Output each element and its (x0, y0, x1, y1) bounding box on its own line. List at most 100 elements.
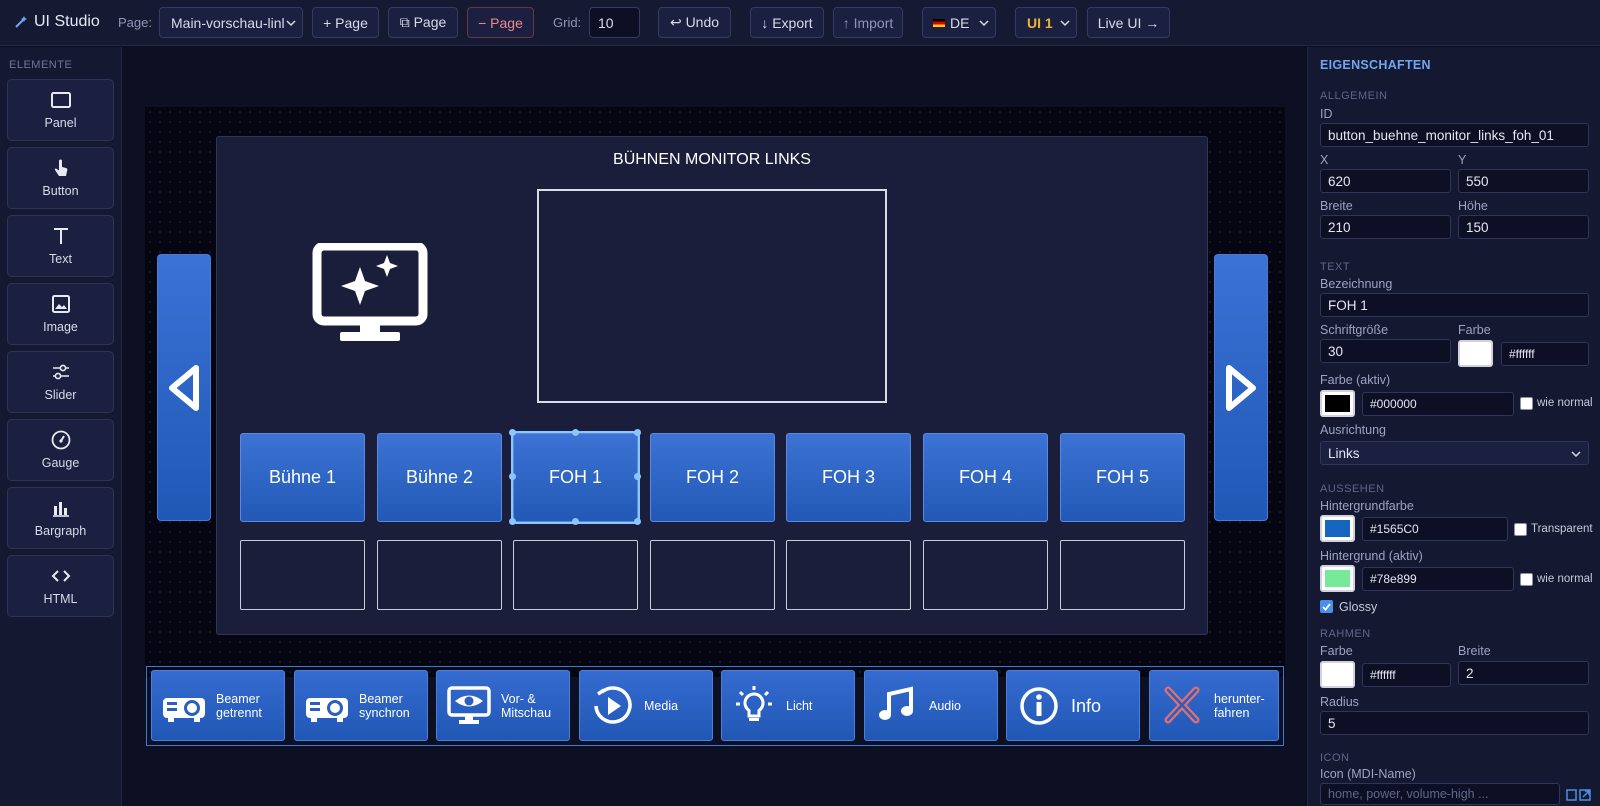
remove-page-button[interactable]: − Page (467, 7, 534, 38)
wie-normal-label: wie normal (1537, 397, 1593, 409)
tool-slider[interactable]: Slider (7, 351, 114, 413)
resize-handle[interactable] (634, 473, 641, 480)
ausrichtung-select[interactable]: Links (1320, 441, 1589, 465)
empty-slot[interactable] (513, 540, 638, 610)
grid-input[interactable]: 10 (589, 7, 640, 38)
resize-handle[interactable] (509, 518, 516, 525)
add-page-button[interactable]: + Page (312, 7, 379, 38)
empty-slot[interactable] (923, 540, 1048, 610)
resize-handle[interactable] (634, 518, 641, 525)
tool-button[interactable]: Button (7, 147, 114, 209)
media-button[interactable]: Media (579, 670, 713, 741)
hintergrundfarbe-input[interactable]: #1565C0 (1362, 517, 1508, 541)
bottom-button-label: herunter-fahren (1214, 691, 1265, 720)
tool-label: Panel (44, 116, 77, 130)
empty-slot[interactable] (1060, 540, 1185, 610)
source-button-buehne-2[interactable]: Bühne 2 (377, 433, 502, 522)
language-select[interactable]: DE (922, 7, 996, 38)
hintergrund-aktiv-swatch[interactable] (1320, 565, 1355, 592)
empty-slot[interactable] (377, 540, 502, 610)
transparent-checkbox[interactable] (1514, 523, 1527, 536)
resize-handle[interactable] (509, 473, 516, 480)
tool-gauge[interactable]: Gauge (7, 419, 114, 481)
source-button-foh-5[interactable]: FOH 5 (1060, 433, 1185, 522)
preview-screen[interactable] (537, 189, 887, 403)
section-rahmen: RAHMEN (1320, 628, 1371, 640)
section-aussehen: AUSSEHEN (1320, 483, 1385, 495)
icon-name-input[interactable]: home, power, volume-high ... (1320, 783, 1560, 805)
schriftgroesse-input[interactable]: 30 (1320, 339, 1451, 363)
x-input[interactable]: 620 (1320, 169, 1451, 193)
source-button-foh-2[interactable]: FOH 2 (650, 433, 775, 522)
empty-slot[interactable] (786, 540, 911, 610)
properties-title: EIGENSCHAFTEN (1320, 58, 1431, 72)
radius-input[interactable]: 5 (1320, 711, 1589, 735)
farbe-swatch[interactable] (1458, 340, 1493, 367)
source-button-foh-3[interactable]: FOH 3 (786, 433, 911, 522)
gauge-icon (51, 430, 70, 450)
panel-title[interactable]: BÜHNEN MONITOR LINKS (216, 151, 1208, 169)
ui-select[interactable]: UI 1 (1015, 7, 1077, 38)
empty-slot[interactable] (650, 540, 775, 610)
resize-handle[interactable] (634, 429, 641, 436)
resize-handle[interactable] (572, 429, 579, 436)
nav-right-button[interactable] (1214, 254, 1268, 521)
hintergrundfarbe-swatch[interactable] (1320, 515, 1355, 542)
close-x-icon (1164, 686, 1200, 723)
wie-normal-aktiv-checkbox[interactable] (1520, 573, 1533, 586)
tool-panel[interactable]: Panel (7, 79, 114, 141)
y-input[interactable]: 550 (1458, 169, 1589, 193)
source-button-buehne-1[interactable]: Bühne 1 (240, 433, 365, 522)
tool-bargraph[interactable]: Bargraph (7, 487, 114, 549)
hoehe-input[interactable]: 150 (1458, 215, 1589, 239)
export-button[interactable]: ↓ Export (750, 7, 824, 38)
import-button[interactable]: ↑ Import (833, 7, 903, 38)
tool-text[interactable]: Text (7, 215, 114, 277)
rahmen-farbe-swatch[interactable] (1320, 661, 1355, 688)
live-ui-button[interactable]: Live UI → (1087, 7, 1170, 38)
triangle-left-icon (169, 364, 199, 411)
chevron-down-icon (1571, 451, 1581, 458)
empty-slot[interactable] (240, 540, 365, 610)
herunterfahren-button[interactable]: herunter-fahren (1149, 670, 1279, 741)
resize-handle[interactable] (509, 429, 516, 436)
glossy-checkbox[interactable] (1320, 600, 1333, 613)
chevron-down-icon (1060, 20, 1070, 27)
page-select[interactable]: Main-vorschau-linl (159, 7, 303, 38)
id-input[interactable]: button_buehne_monitor_links_foh_01 (1320, 123, 1589, 147)
rahmen-farbe-input[interactable]: #ffffff (1362, 663, 1451, 687)
flag-de-icon (933, 18, 945, 27)
panel-icon (50, 92, 71, 108)
transparent-label: Transparent (1531, 523, 1593, 535)
info-button[interactable]: Info (1006, 670, 1140, 741)
language-value: DE (950, 14, 970, 31)
monitor-sparkle-icon[interactable] (312, 243, 428, 347)
farbe-aktiv-input[interactable]: #000000 (1362, 392, 1514, 416)
nav-left-button[interactable] (157, 254, 211, 521)
beamer-synchron-button[interactable]: Beamer synchron (294, 670, 428, 741)
farbe-aktiv-swatch[interactable] (1320, 390, 1355, 417)
breite-input[interactable]: 210 (1320, 215, 1451, 239)
licht-button[interactable]: Licht (721, 670, 855, 741)
farbe-aktiv-label: Farbe (aktiv) (1320, 373, 1391, 387)
tool-label: Bargraph (34, 524, 87, 538)
farbe-input[interactable]: #ffffff (1501, 342, 1589, 366)
open-external-icon[interactable] (1566, 788, 1592, 802)
resize-handle[interactable] (572, 518, 579, 525)
hintergrund-aktiv-input[interactable]: #78e899 (1362, 567, 1514, 591)
sidebar-title: ELEMENTE (9, 59, 73, 71)
vor-mitschau-button[interactable]: Vor- & Mitschau (436, 670, 570, 741)
bezeichnung-input[interactable]: FOH 1 (1320, 293, 1589, 317)
source-button-foh-1[interactable]: FOH 1 (511, 431, 640, 524)
beamer-getrennt-button[interactable]: Beamer getrennt (151, 670, 285, 741)
tool-html[interactable]: HTML (7, 555, 114, 617)
tool-label: Gauge (41, 456, 80, 470)
source-button-foh-4[interactable]: FOH 4 (923, 433, 1048, 522)
tool-image[interactable]: Image (7, 283, 114, 345)
undo-button[interactable]: ↩ Undo (658, 7, 731, 38)
wie-normal-checkbox[interactable] (1520, 397, 1533, 410)
play-circle-icon (594, 685, 632, 724)
copy-page-button[interactable]: ⧉ Page (388, 7, 458, 38)
audio-button[interactable]: Audio (864, 670, 998, 741)
rahmen-breite-input[interactable]: 2 (1458, 661, 1589, 685)
